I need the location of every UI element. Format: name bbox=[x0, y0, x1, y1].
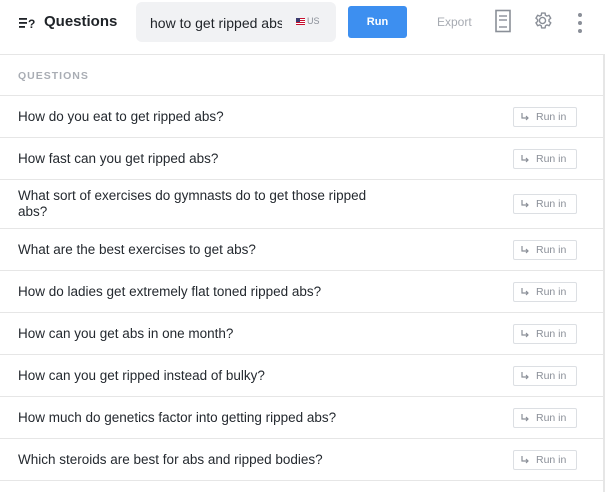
run-in-label: Run in bbox=[536, 198, 567, 210]
question-row[interactable]: How can you get abs in one month? Run in bbox=[0, 313, 603, 355]
question-text: How much do genetics factor into getting… bbox=[18, 409, 337, 425]
question-text: What are the best exercises to get abs? bbox=[18, 241, 256, 257]
redirect-arrow-icon bbox=[521, 112, 529, 120]
run-in-button[interactable]: Run in bbox=[513, 281, 577, 302]
us-flag-icon bbox=[296, 18, 305, 25]
redirect-arrow-icon bbox=[521, 287, 529, 295]
questions-panel: QUESTIONS How do you eat to get ripped a… bbox=[0, 55, 603, 492]
question-row[interactable]: What are the best exercises to get abs? … bbox=[0, 229, 603, 271]
document-icon[interactable] bbox=[494, 9, 512, 33]
run-in-label: Run in bbox=[536, 369, 567, 382]
more-vertical-icon[interactable] bbox=[577, 12, 583, 34]
run-in-label: Run in bbox=[536, 411, 567, 424]
redirect-arrow-icon bbox=[521, 200, 529, 208]
question-row[interactable]: How much do genetics factor into getting… bbox=[0, 397, 603, 439]
question-row[interactable]: Which steroids are best for abs and ripp… bbox=[0, 439, 603, 481]
question-row[interactable]: How do you eat to get ripped abs? Run in bbox=[0, 96, 603, 138]
run-in-button[interactable]: Run in bbox=[513, 407, 577, 428]
question-row[interactable]: What sort of exercises do gymnasts do to… bbox=[0, 180, 603, 229]
search-input[interactable] bbox=[150, 13, 282, 33]
redirect-arrow-icon bbox=[521, 245, 529, 253]
run-in-label: Run in bbox=[536, 453, 567, 466]
run-in-button[interactable]: Run in bbox=[513, 449, 577, 470]
run-button[interactable]: Run bbox=[348, 6, 407, 38]
run-in-button[interactable]: Run in bbox=[513, 194, 577, 214]
question-row[interactable]: How can you get ripped instead of bulky?… bbox=[0, 355, 603, 397]
question-row[interactable]: How do ladies get extremely flat toned r… bbox=[0, 271, 603, 313]
questions-list-icon: ? bbox=[19, 17, 35, 31]
question-row[interactable]: How fast can you get ripped abs? Run in bbox=[0, 138, 603, 180]
search-box[interactable]: US bbox=[136, 2, 336, 42]
run-in-label: Run in bbox=[536, 285, 567, 298]
question-text: How do ladies get extremely flat toned r… bbox=[18, 283, 322, 299]
redirect-arrow-icon bbox=[521, 329, 529, 337]
run-in-label: Run in bbox=[536, 110, 567, 123]
run-in-button[interactable]: Run in bbox=[513, 365, 577, 386]
run-in-label: Run in bbox=[536, 327, 567, 340]
app-title: Questions bbox=[44, 13, 118, 30]
question-text: How fast can you get ripped abs? bbox=[18, 150, 219, 166]
run-in-button[interactable]: Run in bbox=[513, 323, 577, 344]
redirect-arrow-icon bbox=[521, 371, 529, 379]
question-text: What sort of exercises do gymnasts do to… bbox=[18, 188, 367, 219]
redirect-arrow-icon bbox=[521, 413, 529, 421]
redirect-arrow-icon bbox=[521, 455, 529, 463]
run-in-label: Run in bbox=[536, 243, 567, 256]
question-text: How can you get ripped instead of bulky? bbox=[18, 367, 265, 383]
locale-label[interactable]: US bbox=[307, 16, 320, 27]
run-in-button[interactable]: Run in bbox=[513, 239, 577, 260]
question-text: How do you eat to get ripped abs? bbox=[18, 108, 224, 124]
redirect-arrow-icon bbox=[521, 154, 529, 162]
run-in-button[interactable]: Run in bbox=[513, 148, 577, 169]
gear-icon[interactable] bbox=[532, 10, 553, 31]
section-header: QUESTIONS bbox=[0, 55, 603, 96]
run-in-button[interactable]: Run in bbox=[513, 106, 577, 127]
top-bar: ? Questions US Run Export bbox=[0, 0, 605, 55]
question-text: Which steroids are best for abs and ripp… bbox=[18, 451, 323, 467]
export-button[interactable]: Export bbox=[437, 14, 472, 30]
question-text: How can you get abs in one month? bbox=[18, 325, 234, 341]
run-in-label: Run in bbox=[536, 152, 567, 165]
svg-text:?: ? bbox=[28, 17, 35, 31]
